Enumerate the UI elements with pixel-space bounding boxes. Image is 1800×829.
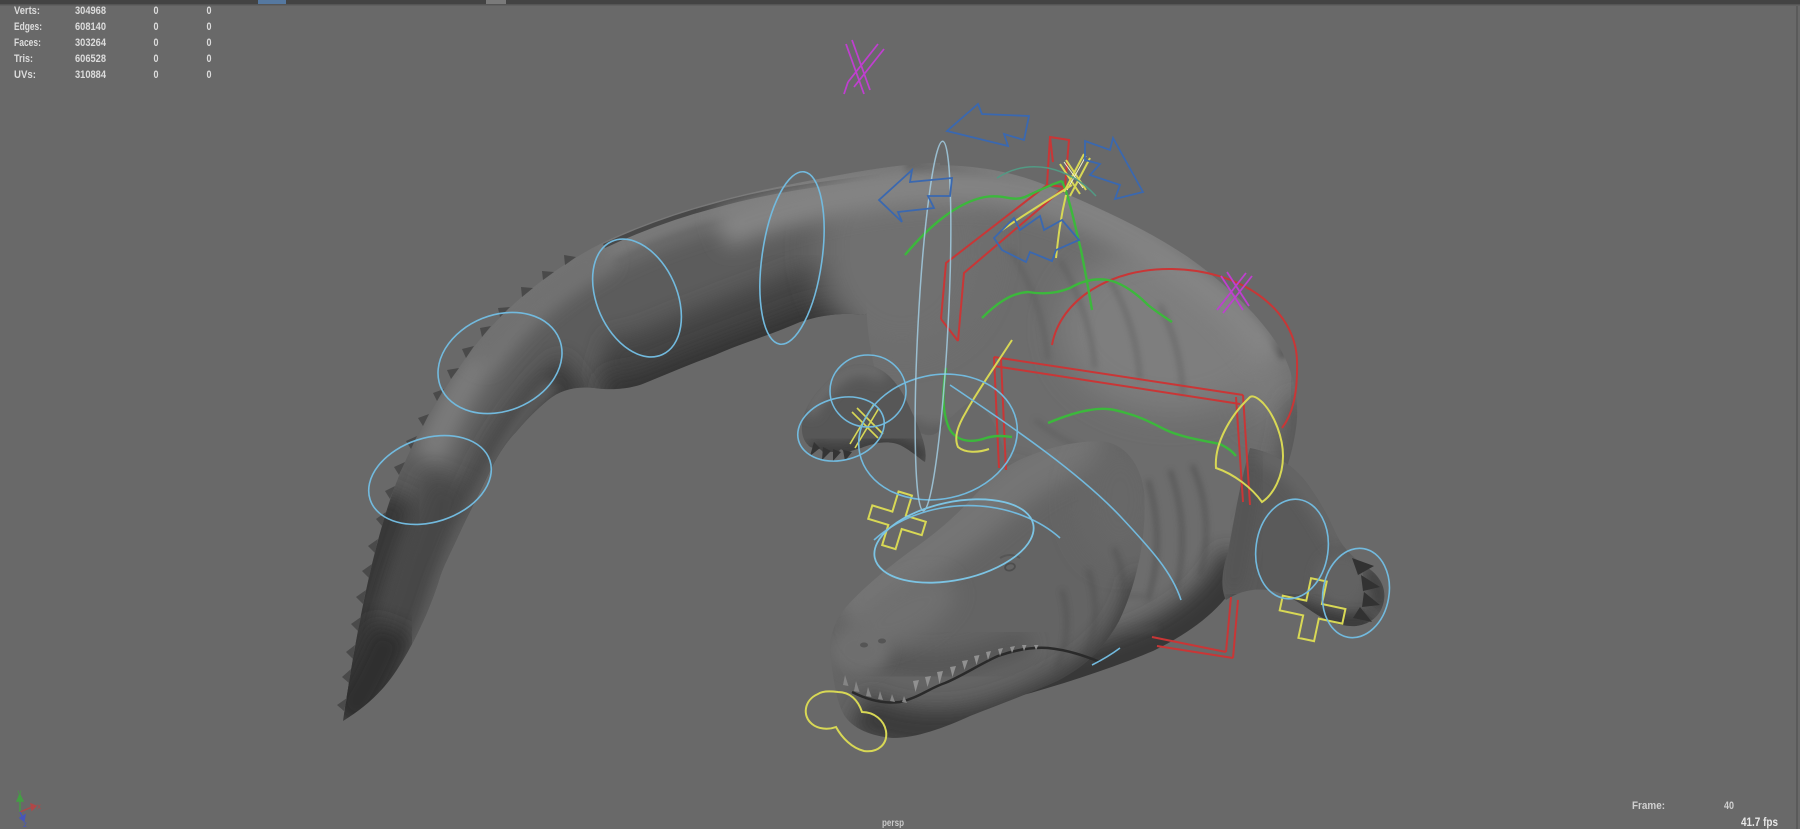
svg-text:Faces:: Faces:: [14, 37, 41, 49]
svg-text:0: 0: [154, 21, 159, 33]
svg-text:Verts:: Verts:: [14, 5, 40, 17]
svg-text:606528: 606528: [75, 53, 106, 65]
svg-text:0: 0: [207, 69, 212, 81]
svg-text:40: 40: [1724, 800, 1734, 812]
svg-text:0: 0: [154, 53, 159, 65]
svg-text:304968: 304968: [75, 5, 106, 17]
svg-text:0: 0: [207, 53, 212, 65]
svg-text:Edges:: Edges:: [14, 21, 42, 33]
svg-text:y: y: [18, 788, 22, 797]
svg-text:41.7 fps: 41.7 fps: [1741, 815, 1778, 829]
svg-text:UVs:: UVs:: [14, 69, 36, 81]
svg-text:persp: persp: [882, 817, 904, 829]
svg-text:0: 0: [207, 5, 212, 17]
svg-text:0: 0: [154, 37, 159, 49]
svg-text:0: 0: [207, 37, 212, 49]
svg-text:303264: 303264: [75, 37, 107, 49]
svg-text:608140: 608140: [75, 21, 106, 33]
svg-text:0: 0: [154, 69, 159, 81]
svg-text:0: 0: [154, 5, 159, 17]
svg-text:310884: 310884: [75, 69, 107, 81]
svg-text:x: x: [37, 802, 41, 811]
svg-text:z: z: [23, 820, 27, 829]
svg-text:Tris:: Tris:: [14, 53, 33, 65]
svg-text:Frame:: Frame:: [1632, 800, 1665, 812]
svg-text:0: 0: [207, 21, 212, 33]
